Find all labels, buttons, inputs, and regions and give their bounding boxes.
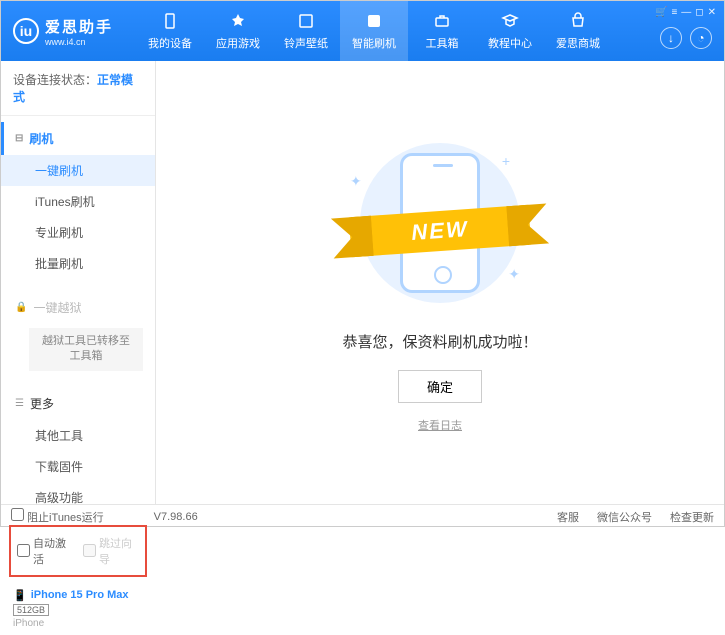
sidebar-section-more[interactable]: ☰ 更多: [1, 387, 155, 420]
collapse-icon: ☰: [15, 398, 24, 409]
titlebar-controls: 🛒 ≡ — ◻ ✕: [655, 7, 716, 18]
nav-ringtones[interactable]: 铃声壁纸: [272, 1, 340, 61]
footer-link-update[interactable]: 检查更新: [670, 509, 714, 525]
sidebar-item-pro-flash[interactable]: 专业刷机: [1, 217, 155, 248]
options-row: 自动激活 跳过向导: [9, 525, 147, 577]
minimize-icon[interactable]: —: [681, 7, 691, 18]
app-subtitle: www.i4.cn: [45, 37, 113, 47]
checkbox-auto-activate[interactable]: 自动激活: [17, 535, 73, 567]
cart-icon[interactable]: 🛒: [655, 7, 667, 18]
wallpaper-icon: [296, 11, 316, 31]
device-storage-badge: 512GB: [13, 604, 49, 616]
lock-icon: 🔒: [15, 302, 27, 313]
toolbox-icon: [432, 11, 452, 31]
view-log-link[interactable]: 查看日志: [418, 417, 462, 433]
sidebar-item-itunes-flash[interactable]: iTunes刷机: [1, 186, 155, 217]
footer-link-support[interactable]: 客服: [557, 509, 579, 525]
nav-toolbox[interactable]: 工具箱: [408, 1, 476, 61]
footer-link-wechat[interactable]: 微信公众号: [597, 509, 652, 525]
version-label: V7.98.66: [154, 511, 198, 523]
logo-icon: iu: [13, 18, 39, 44]
sidebar-item-other-tools[interactable]: 其他工具: [1, 420, 155, 451]
menu-icon[interactable]: ≡: [671, 7, 677, 18]
success-message: 恭喜您，保资料刷机成功啦！: [342, 331, 537, 352]
ribbon-text: NEW: [410, 216, 469, 246]
main-content: ✦+✦ NEW 恭喜您，保资料刷机成功啦！ 确定 查看日志: [156, 61, 724, 504]
download-icon[interactable]: ↓: [660, 27, 682, 49]
nav-my-device[interactable]: 我的设备: [136, 1, 204, 61]
sidebar-section-flash[interactable]: ⊟ 刷机: [1, 122, 155, 155]
checkbox-skip-guide[interactable]: 跳过向导: [83, 535, 139, 567]
user-icon[interactable]: ◔: [690, 27, 712, 49]
tutorial-icon: [500, 11, 520, 31]
phone-icon: 📱: [13, 589, 27, 602]
device-status: 设备连接状态：正常模式: [1, 61, 155, 116]
apps-icon: [228, 11, 248, 31]
app-title: 爱思助手: [45, 16, 113, 37]
nav-smart-flash[interactable]: 智能刷机: [340, 1, 408, 61]
close-icon[interactable]: ✕: [708, 7, 716, 18]
nav-tutorials[interactable]: 教程中心: [476, 1, 544, 61]
device-name[interactable]: 📱 iPhone 15 Pro Max: [13, 589, 143, 602]
sidebar: 设备连接状态：正常模式 ⊟ 刷机 一键刷机 iTunes刷机 专业刷机 批量刷机…: [1, 61, 156, 504]
sidebar-section-jailbreak: 🔒 一键越狱: [1, 291, 155, 324]
device-info: 📱 iPhone 15 Pro Max 512GB iPhone: [1, 583, 155, 635]
collapse-icon: ⊟: [15, 133, 23, 144]
sidebar-item-batch-flash[interactable]: 批量刷机: [1, 248, 155, 279]
device-type: iPhone: [13, 618, 143, 629]
top-nav: 我的设备 应用游戏 铃声壁纸 智能刷机 工具箱 教程中心 爱思商城: [136, 1, 724, 61]
sidebar-item-download-firmware[interactable]: 下载固件: [1, 451, 155, 482]
app-header: iu 爱思助手 www.i4.cn 我的设备 应用游戏 铃声壁纸 智能刷机 工具…: [1, 1, 724, 61]
flash-icon: [364, 11, 384, 31]
logo-area: iu 爱思助手 www.i4.cn: [1, 16, 136, 47]
nav-apps-games[interactable]: 应用游戏: [204, 1, 272, 61]
store-icon: [568, 11, 588, 31]
maximize-icon[interactable]: ◻: [695, 7, 703, 18]
checkbox-block-itunes[interactable]: 阻止iTunes运行: [11, 508, 104, 525]
device-icon: [160, 11, 180, 31]
success-illustration: ✦+✦ NEW: [340, 133, 540, 313]
confirm-button[interactable]: 确定: [398, 370, 482, 403]
jailbreak-note: 越狱工具已转移至工具箱: [29, 328, 143, 371]
sidebar-item-oneclick-flash[interactable]: 一键刷机: [1, 155, 155, 186]
nav-store[interactable]: 爱思商城: [544, 1, 612, 61]
